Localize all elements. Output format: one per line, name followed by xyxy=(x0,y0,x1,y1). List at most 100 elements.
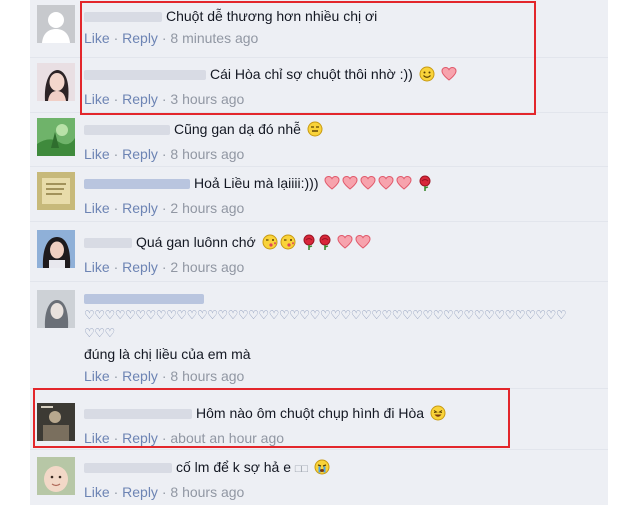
separator: · xyxy=(161,430,167,446)
separator: · xyxy=(161,146,167,162)
like-link[interactable]: Like xyxy=(84,146,110,162)
reply-link[interactable]: Reply xyxy=(122,430,158,446)
author-name[interactable] xyxy=(84,409,192,420)
comment-text: Quá gan luônn chớ xyxy=(136,234,256,250)
comment-actions: Like · Reply · 2 hours ago xyxy=(84,198,602,218)
comment-actions: Like · Reply · 8 hours ago xyxy=(84,482,602,502)
rose-emoji-icon xyxy=(318,234,332,255)
separator: · xyxy=(113,146,119,162)
comment-item: Cái Hòa chỉ sợ chuột thôi nhờ :)) Like ·… xyxy=(30,58,608,113)
author-name[interactable] xyxy=(84,70,206,81)
comment-actions: Like · Reply · 2 hours ago xyxy=(84,257,602,277)
separator: · xyxy=(113,30,119,46)
comment-text: Hoả Liều mà lạiiii:))) xyxy=(194,175,319,191)
profile-photo-icon xyxy=(37,290,75,328)
comment-text: cố lm để k sợ hả e xyxy=(176,459,292,475)
separator: · xyxy=(113,259,119,275)
comment-text: Cũng gan dạ đó nhễ xyxy=(174,121,301,137)
comment-item: Hoả Liều mà lạiiii:))) Like · Reply · 2 … xyxy=(30,167,608,222)
profile-photo-icon xyxy=(37,172,75,210)
author-name[interactable] xyxy=(84,179,190,190)
reply-link[interactable]: Reply xyxy=(122,91,158,107)
kiss-emoji-icon xyxy=(280,234,296,255)
comment-feed: Chuột dễ thương hơn nhiều chị ơi Like · … xyxy=(30,0,608,505)
author-name[interactable] xyxy=(84,12,162,23)
comment-item: Chuột dễ thương hơn nhiều chị ơi Like · … xyxy=(30,0,608,58)
hearts-row: ♡♡♡ xyxy=(84,326,115,340)
avatar[interactable] xyxy=(37,172,75,210)
timestamp[interactable]: 8 hours ago xyxy=(170,368,244,384)
reply-link[interactable]: Reply xyxy=(122,484,158,500)
reply-link[interactable]: Reply xyxy=(122,368,158,384)
profile-photo-icon xyxy=(37,230,75,268)
profile-photo-icon xyxy=(37,403,75,441)
author-name[interactable] xyxy=(84,238,132,249)
heart-emoji-icon xyxy=(441,66,457,87)
cry-emoji-icon xyxy=(314,459,330,480)
separator: · xyxy=(161,368,167,384)
separator: · xyxy=(161,484,167,500)
heart-emoji-icon xyxy=(378,175,394,196)
comment-text: Hôm nào ôm chuột chụp hình đi Hòa xyxy=(196,405,425,421)
comment-text: đúng là chị liều của em mà xyxy=(84,346,251,362)
reply-link[interactable]: Reply xyxy=(122,146,158,162)
heart-emoji-icon xyxy=(342,175,358,196)
like-link[interactable]: Like xyxy=(84,484,110,500)
reply-link[interactable]: Reply xyxy=(122,259,158,275)
rose-emoji-icon xyxy=(302,234,316,255)
author-name[interactable] xyxy=(84,463,172,474)
smile-emoji-icon xyxy=(419,66,435,87)
unrendered-glyphs: □□ xyxy=(294,463,309,475)
heart-emoji-icon xyxy=(337,234,353,255)
default-avatar-icon xyxy=(37,5,75,43)
like-link[interactable]: Like xyxy=(84,30,110,46)
heart-emoji-icon xyxy=(360,175,376,196)
avatar[interactable] xyxy=(37,5,75,43)
author-name[interactable] xyxy=(84,125,170,136)
profile-photo-icon xyxy=(37,457,75,495)
separator: · xyxy=(161,30,167,46)
timestamp[interactable]: about an hour ago xyxy=(170,430,284,446)
avatar[interactable] xyxy=(37,290,75,328)
comment-item: Hôm nào ôm chuột chụp hình đi Hòa Like ·… xyxy=(30,389,608,450)
reply-link[interactable]: Reply xyxy=(122,30,158,46)
reply-link[interactable]: Reply xyxy=(122,200,158,216)
heart-emoji-icon xyxy=(396,175,412,196)
comment-actions: Like · Reply · 8 hours ago xyxy=(84,144,602,164)
separator: · xyxy=(113,484,119,500)
timestamp[interactable]: 8 hours ago xyxy=(170,484,244,500)
timestamp[interactable]: 2 hours ago xyxy=(170,259,244,275)
like-link[interactable]: Like xyxy=(84,259,110,275)
separator: · xyxy=(113,91,119,107)
comment-item: Quá gan luônn chớ Like · Reply · 2 hours… xyxy=(30,222,608,282)
like-link[interactable]: Like xyxy=(84,91,110,107)
timestamp[interactable]: 8 minutes ago xyxy=(170,30,258,46)
author-name[interactable] xyxy=(84,294,204,305)
avatar[interactable] xyxy=(37,230,75,268)
avatar[interactable] xyxy=(37,403,75,441)
like-link[interactable]: Like xyxy=(84,200,110,216)
comment-actions: Like · Reply · 3 hours ago xyxy=(84,89,602,109)
laugh-emoji-icon xyxy=(430,405,446,426)
heart-emoji-icon xyxy=(355,234,371,255)
avatar[interactable] xyxy=(37,457,75,495)
comment-item: ♡♡♡♡♡♡♡♡♡♡♡♡♡♡♡♡♡♡♡♡♡♡♡♡♡♡♡♡♡♡♡♡♡♡♡♡♡♡♡♡… xyxy=(30,282,608,389)
separator: · xyxy=(161,259,167,275)
timestamp[interactable]: 2 hours ago xyxy=(170,200,244,216)
separator: · xyxy=(161,200,167,216)
profile-photo-icon xyxy=(37,118,75,156)
heart-emoji-icon xyxy=(324,175,340,196)
like-link[interactable]: Like xyxy=(84,368,110,384)
timestamp[interactable]: 3 hours ago xyxy=(170,91,244,107)
avatar[interactable] xyxy=(37,118,75,156)
timestamp[interactable]: 8 hours ago xyxy=(170,146,244,162)
separator: · xyxy=(161,91,167,107)
hearts-row: ♡♡♡♡♡♡♡♡♡♡♡♡♡♡♡♡♡♡♡♡♡♡♡♡♡♡♡♡♡♡♡♡♡♡♡♡♡♡♡♡… xyxy=(84,308,567,322)
rose-emoji-icon xyxy=(418,175,432,196)
avatar[interactable] xyxy=(37,63,75,101)
like-link[interactable]: Like xyxy=(84,430,110,446)
comment-actions: Like · Reply · 8 minutes ago xyxy=(84,28,602,48)
separator: · xyxy=(113,200,119,216)
kiss-emoji-icon xyxy=(262,234,278,255)
separator: · xyxy=(113,430,119,446)
